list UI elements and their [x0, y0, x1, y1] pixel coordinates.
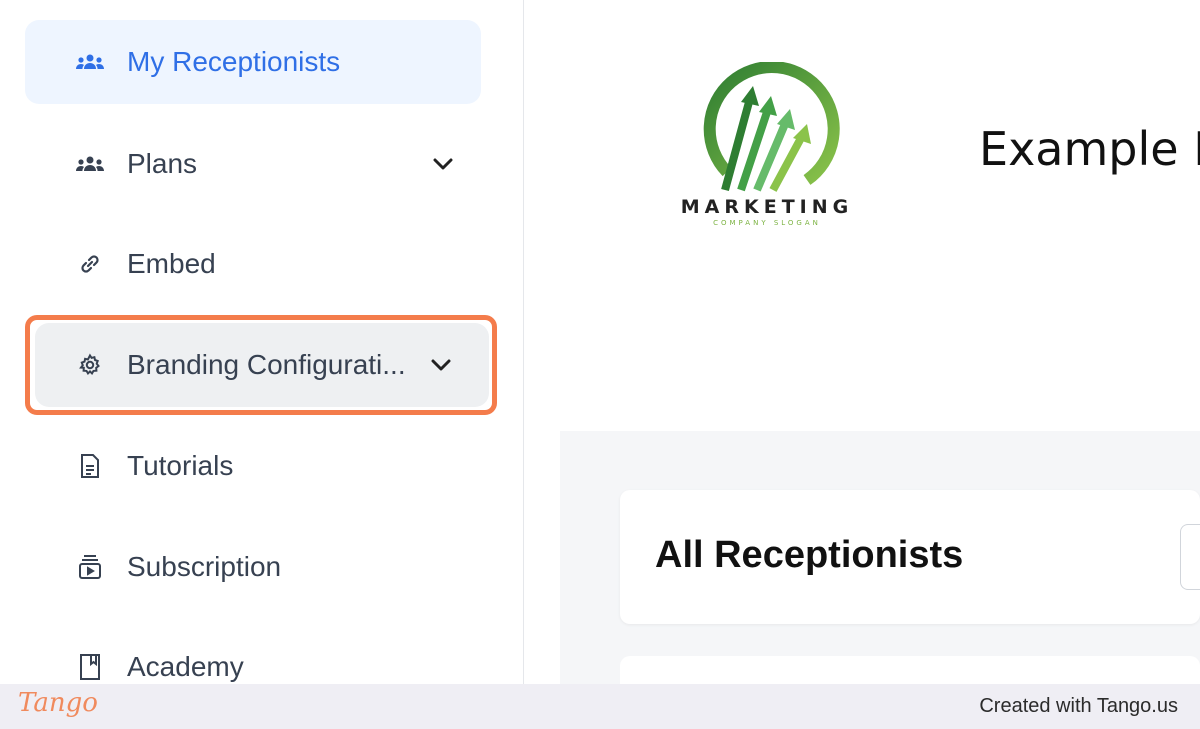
company-name: Example D [979, 122, 1200, 176]
sidebar-item-label: Embed [127, 248, 216, 279]
sidebar-item-plans[interactable]: Plans [25, 122, 481, 206]
book-icon [75, 652, 105, 682]
svg-text:MARKETING: MARKETING [681, 196, 853, 218]
tango-logo: Tango [18, 688, 98, 718]
sidebar-item-label: My Receptionists [127, 46, 341, 77]
chevron-down-icon[interactable] [431, 152, 455, 176]
company-logo: MARKETING COMPANY SLOGAN [667, 61, 867, 232]
sidebar-item-label: Academy [127, 651, 244, 682]
subscription-icon [75, 552, 105, 582]
users-icon [75, 47, 105, 77]
card-title: All Receptionists [655, 534, 964, 576]
receptionists-card: All Receptionists [620, 490, 1200, 624]
step-highlight [25, 315, 497, 415]
sidebar-item-label: Plans [127, 148, 198, 179]
footer-credit: Created with Tango.us [979, 695, 1178, 717]
card-action-button[interactable] [1180, 524, 1200, 590]
svg-text:COMPANY SLOGAN: COMPANY SLOGAN [713, 219, 821, 227]
sidebar-item-subscription[interactable]: Subscription [25, 525, 481, 609]
sidebar-item-label: Tutorials [127, 450, 234, 481]
sidebar-item-my-receptionists[interactable]: My Receptionists [25, 20, 481, 104]
users-icon [75, 149, 105, 179]
sidebar-item-tutorials[interactable]: Tutorials [25, 424, 481, 508]
footer-bar: Tango Created with Tango.us [0, 684, 1200, 729]
link-icon [75, 249, 105, 279]
main-content: MARKETING COMPANY SLOGAN Example D All R… [525, 0, 1200, 696]
document-icon [75, 451, 105, 481]
sidebar-item-label: Subscription [127, 551, 282, 582]
sidebar: My Receptionists Plans Embed Branding Co… [0, 0, 524, 684]
sidebar-item-embed[interactable]: Embed [25, 222, 481, 306]
